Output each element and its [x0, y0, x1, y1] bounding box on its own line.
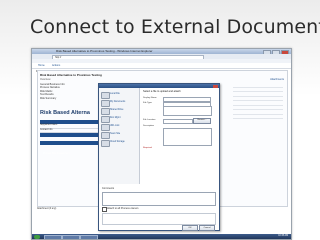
- attachments-link[interactable]: Attachments: [270, 78, 284, 81]
- taskbar-clock: 10:45 AM: [278, 235, 288, 237]
- source-label: URL Link: [110, 125, 120, 127]
- taskbar-app[interactable]: [62, 234, 80, 239]
- source-label: Local File: [110, 93, 120, 95]
- source-item[interactable]: Local File: [101, 91, 139, 99]
- database-icon: [101, 115, 110, 123]
- source-item[interactable]: Cloud Storage: [101, 139, 139, 147]
- file-location-row: File Location Browse...: [143, 118, 213, 124]
- file-type-label: File Type: [143, 102, 152, 104]
- link-icon: [101, 123, 110, 131]
- attachment-note: Attachment (if any): [37, 208, 57, 210]
- document-icon: [101, 91, 110, 99]
- ok-button[interactable]: OK: [182, 224, 198, 231]
- attach-all-label: Attach to all Process owners: [107, 207, 139, 210]
- comments-label: Comments: [102, 187, 115, 190]
- source-label: Team Site: [110, 133, 121, 135]
- right-panel-row: [233, 115, 283, 119]
- dialog-close-button[interactable]: [213, 84, 218, 88]
- section-header-bar[interactable]: Supplier Information: [40, 120, 98, 134]
- source-item[interactable]: My Documents: [101, 99, 139, 107]
- cloud-icon: [101, 139, 110, 147]
- source-list: Local File My Documents Shared Drive Doc…: [99, 88, 140, 184]
- toolbar-actions[interactable]: Actions: [52, 63, 60, 68]
- file-location-input[interactable]: [163, 118, 193, 124]
- source-label: Shared Drive: [110, 109, 124, 111]
- source-label: My Documents: [110, 101, 126, 103]
- source-item[interactable]: Shared Drive: [101, 107, 139, 115]
- source-item[interactable]: Doc Mgmt: [101, 115, 139, 123]
- section-header-bar[interactable]: Process Risk Assessment: [40, 141, 98, 155]
- toolbar-home[interactable]: Home: [38, 63, 45, 68]
- site-icon: [101, 131, 110, 139]
- folder-icon: [101, 99, 110, 107]
- drive-icon: [101, 107, 110, 115]
- right-panel: [233, 83, 283, 203]
- section-label: Supplier Risk Assessment: [43, 145, 70, 147]
- section-label: Process Risk Assessment: [43, 153, 70, 155]
- display-name-row: Display Name: [143, 96, 213, 102]
- source-item[interactable]: Team Site: [101, 131, 139, 139]
- cancel-button[interactable]: Cancel: [199, 224, 215, 231]
- screenshot-window: Risk Based Alternative to Proxminus Test…: [31, 48, 292, 240]
- source-label: Doc Mgmt: [110, 117, 121, 119]
- file-location-label: File Location: [143, 119, 156, 121]
- description-input[interactable]: [163, 128, 212, 146]
- banner-title: Risk Based Alterna: [40, 110, 90, 116]
- nav-item[interactable]: Risk Summary: [40, 97, 88, 100]
- display-name-label: Display Name: [143, 97, 157, 99]
- source-item[interactable]: URL Link: [101, 123, 139, 131]
- slide-title: Connect to External Documents: [30, 16, 320, 38]
- taskbar: 10:45 AM: [32, 234, 291, 239]
- comments-input[interactable]: [102, 192, 216, 206]
- file-type-row: File Type: [143, 101, 213, 107]
- section-header-bar[interactable]: Supplier Risk Assessment: [40, 133, 98, 147]
- page-subtitle: Overview: [40, 78, 51, 81]
- start-button[interactable]: [34, 234, 40, 239]
- app-toolbar: Home Actions: [32, 63, 291, 69]
- taskbar-app[interactable]: [80, 234, 98, 239]
- browse-button[interactable]: Browse...: [193, 118, 211, 124]
- page-title: Risk Based Alternative to Proximus Testi…: [40, 73, 102, 77]
- required-row: Required: [143, 146, 173, 150]
- source-label: Cloud Storage: [110, 141, 125, 143]
- file-preview-box: [163, 106, 212, 116]
- description-label: Description: [143, 125, 154, 127]
- taskbar-app[interactable]: [44, 234, 62, 239]
- required-label: Required: [143, 147, 152, 149]
- attach-all-box: [102, 213, 216, 225]
- attachment-dialog: Add Attachment Local File My Documents S…: [98, 83, 220, 231]
- dialog-heading: Select a file to upload and attach: [143, 90, 181, 93]
